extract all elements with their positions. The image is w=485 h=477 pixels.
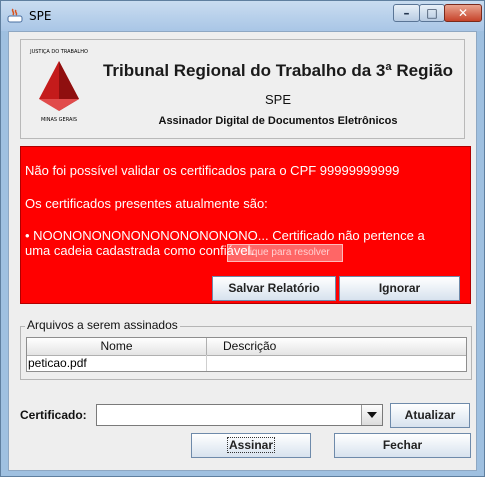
close-icon: ✕ (457, 6, 469, 20)
maximize-icon: □ (426, 6, 438, 20)
column-header-description[interactable]: Descrição (207, 338, 466, 355)
certificate-item-detail: uma cadeia cadastrada como confiável. (25, 243, 255, 258)
close-window-button[interactable]: ✕ (444, 4, 482, 22)
file-name-cell[interactable]: peticao.pdf (28, 355, 207, 371)
close-button[interactable]: Fechar (334, 433, 471, 458)
logo-top-text: JUSTIÇA DO TRABALHO (30, 49, 88, 55)
dropdown-arrow-button[interactable] (361, 405, 382, 425)
certificate-select[interactable] (96, 404, 383, 426)
certificate-item: • NOONONONONONONONONONONO... Certificado… (25, 228, 425, 243)
file-description-cell[interactable] (207, 355, 466, 371)
files-table[interactable]: Nome Descrição peticao.pdf (26, 337, 467, 372)
title-bar[interactable]: SPE – □ ✕ (1, 1, 484, 31)
page-description: Assinador Digital de Documentos Eletrôni… (158, 115, 398, 127)
ignore-button[interactable]: Ignorar (339, 276, 460, 301)
table-row[interactable]: peticao.pdf (27, 355, 466, 371)
header-panel: JUSTIÇA DO TRABALHO MINAS GERAIS Tribuna… (20, 39, 465, 139)
trt-logo: JUSTIÇA DO TRABALHO MINAS GERAIS (28, 49, 90, 127)
certificate-label: Certificado: (20, 408, 87, 422)
page-subtitle: SPE (264, 92, 291, 107)
logo-emblem-icon (39, 61, 79, 111)
java-icon (7, 8, 23, 23)
save-report-button[interactable]: Salvar Relatório (212, 276, 336, 301)
logo-bottom-text: MINAS GERAIS (40, 117, 78, 123)
sign-button-label: Assinar (226, 437, 276, 453)
files-group: Arquivos a serem assinados Nome Descriçã… (20, 318, 472, 380)
chevron-down-icon (367, 412, 377, 418)
minimize-icon: – (403, 6, 410, 20)
validation-error-panel: Não foi possível validar os certificados… (20, 146, 471, 304)
minimize-button[interactable]: – (393, 4, 420, 22)
error-message: Não foi possível validar os certificados… (25, 163, 400, 178)
app-window: SPE – □ ✕ JUSTIÇA DO TRABALHO MINAS GERA… (0, 0, 485, 477)
files-group-label: Arquivos a serem assinados (25, 318, 180, 332)
certificates-heading: Os certificados presentes atualmente são… (25, 196, 268, 211)
dialog-content: JUSTIÇA DO TRABALHO MINAS GERAIS Tribuna… (8, 31, 477, 471)
column-header-name[interactable]: Nome (27, 338, 207, 355)
update-button[interactable]: Atualizar (390, 403, 470, 428)
resolve-tooltip[interactable]: Clique para resolver (227, 244, 343, 262)
page-title: Tribunal Regional do Trabalho da 3ª Regi… (102, 61, 454, 80)
sign-button[interactable]: Assinar (191, 433, 311, 458)
window-title: SPE (29, 9, 52, 23)
maximize-button[interactable]: □ (419, 4, 445, 22)
table-header: Nome Descrição (27, 338, 466, 356)
